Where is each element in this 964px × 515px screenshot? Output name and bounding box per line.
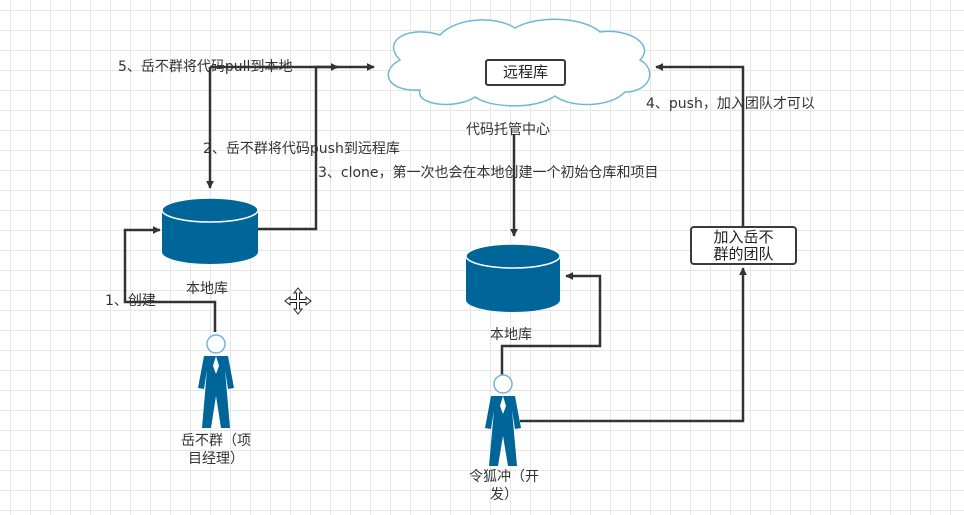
cloud-caption: 代码托管中心 bbox=[466, 122, 550, 138]
remote-repo-label: 远程库 bbox=[502, 63, 548, 81]
remote-repo-box[interactable]: 远程库 bbox=[485, 59, 566, 86]
local-repo-developer[interactable] bbox=[465, 243, 561, 312]
step-join-label: 4、push，加入团队才可以 bbox=[646, 96, 815, 112]
step-push-label: 2、岳不群将代码push到远程库 bbox=[203, 141, 400, 157]
move-cursor-icon bbox=[284, 287, 312, 315]
manager-name: 岳不群（项 目经理） bbox=[168, 432, 264, 468]
manager-name-line1: 岳不群（项 bbox=[181, 433, 251, 449]
manager-person-icon[interactable] bbox=[198, 334, 234, 428]
step-create-label: 1、创建 bbox=[105, 293, 156, 309]
join-team-line2: 群的团队 bbox=[713, 245, 774, 263]
developer-name: 令狐冲（开 发） bbox=[456, 468, 552, 504]
join-team-box[interactable]: 加入岳不 群的团队 bbox=[690, 226, 797, 265]
right-repo-label: 本地库 bbox=[490, 327, 532, 343]
left-repo-label: 本地库 bbox=[186, 281, 228, 297]
developer-name-line1: 令狐冲（开 bbox=[469, 469, 539, 485]
developer-name-line2: 发） bbox=[490, 487, 518, 503]
diagram-canvas bbox=[123, 18, 747, 466]
developer-person-icon[interactable] bbox=[485, 374, 521, 466]
manager-name-line2: 目经理） bbox=[188, 451, 244, 467]
local-repo-manager[interactable] bbox=[161, 197, 259, 264]
team-push-connector bbox=[655, 63, 745, 226]
step-clone-label: 3、clone，第一次也会在本地创建一个初始仓库和项目 bbox=[318, 165, 659, 181]
join-team-line1: 加入岳不 bbox=[713, 228, 774, 246]
step-pull-label: 5、岳不群将代码pull到本地 bbox=[118, 59, 293, 75]
